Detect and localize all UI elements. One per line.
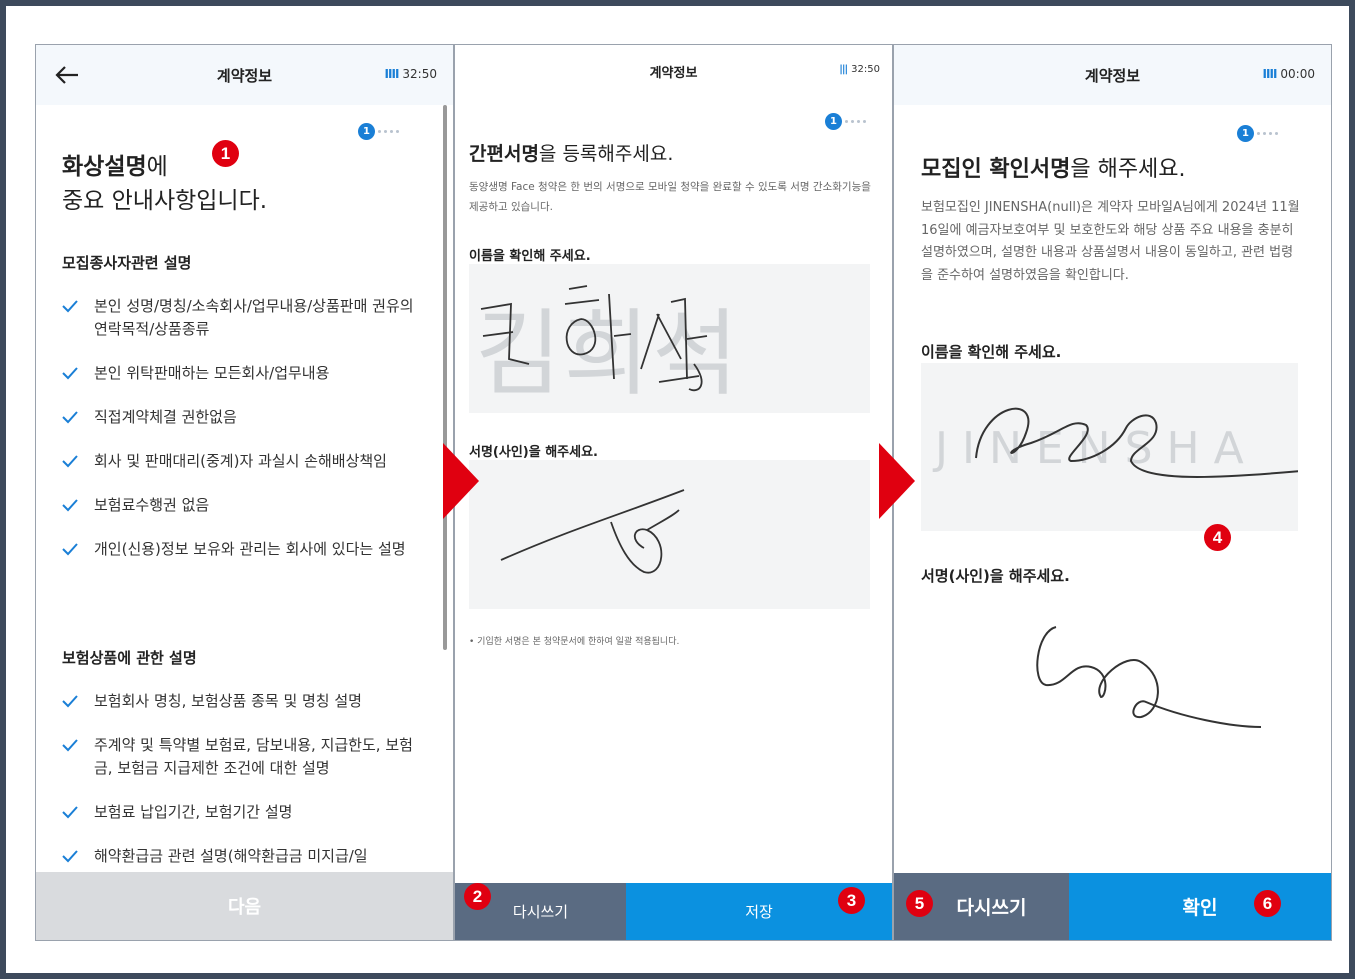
next-button[interactable]: 다음 [36, 872, 453, 940]
signal-bars-icon: IIII [384, 67, 400, 81]
signal-bars-icon: ||| [839, 64, 848, 75]
check-icon [62, 499, 78, 512]
step-indicator: 1 [1237, 125, 1278, 142]
step-indicator: 1 [358, 123, 399, 140]
check-icon [62, 300, 78, 313]
description: 보험모집인 JINENSHA(null)은 계약자 모바일A님에게 2024년 … [921, 200, 1300, 283]
sign-label: 서명(사인)을 해주세요. [469, 445, 598, 460]
handwritten-name-drawing [480, 285, 708, 392]
handwritten-signature-drawing [1036, 626, 1262, 728]
top-bar: 계약정보 ||| 32:50 [455, 45, 892, 97]
notice-text: • 기입한 서명은 본 청약문서에 한하여 일괄 적용됩니다. [469, 637, 680, 647]
scrollbar[interactable] [443, 105, 447, 650]
step-indicator: 1 [825, 113, 866, 130]
annotation-badge-2: 2 [464, 883, 491, 910]
list-item: 보험료수행권 없음 [62, 494, 422, 517]
session-timer: IIII 32:50 [385, 67, 437, 81]
name-label: 이름을 확인해 주세요. [469, 249, 591, 264]
panel-simple-signature: 계약정보 ||| 32:50 1 간편서명을 등록해주세요. 동양생명 Face… [454, 44, 893, 941]
back-arrow-icon[interactable] [54, 63, 80, 87]
annotation-badge-4: 4 [1204, 524, 1231, 551]
top-bar: 계약정보 IIII 32:50 [36, 45, 453, 105]
handwritten-signature-drawing [500, 489, 685, 574]
main-heading: 모집인 확인서명을 해주세요. [921, 157, 1186, 182]
sign-label: 서명(사인)을 해주세요. [921, 567, 1070, 585]
list-item: 개인(신용)정보 보유와 관리는 회사에 있다는 설명 [62, 538, 422, 561]
flow-arrow-icon [879, 443, 915, 519]
check-icon [62, 850, 78, 863]
page-title: 계약정보 [216, 66, 273, 85]
annotation-badge-1: 1 [212, 140, 239, 167]
timer-value: 00:00 [1280, 67, 1315, 81]
list-item: 해약환급금 관련 설명(해약환급금 미지급/일 [62, 845, 422, 868]
page-title: 계약정보 [649, 65, 698, 81]
list-item: 본인 위탁판매하는 모든회사/업무내용 [62, 362, 422, 385]
annotation-badge-6: 6 [1254, 890, 1281, 917]
check-icon [62, 367, 78, 380]
session-timer: ||| 32:50 [839, 64, 880, 75]
action-bar: 다시쓰기 저장 [455, 883, 892, 940]
timer-value: 32:50 [851, 64, 880, 75]
flow-arrow-icon [443, 443, 479, 519]
check-icon [62, 739, 78, 752]
handwritten-name-drawing [975, 407, 1298, 478]
current-step: 1 [358, 123, 375, 140]
timer-value: 32:50 [402, 67, 437, 81]
section-title-agent: 모집종사자관련 설명 [62, 254, 192, 272]
list-item: 회사 및 판매대리(중계)자 과실시 손해배상책임 [62, 450, 422, 473]
section-title-product: 보험상품에 관한 설명 [62, 649, 197, 667]
main-heading: 간편서명을 등록해주세요. [469, 143, 674, 165]
check-icon [62, 411, 78, 424]
top-bar: 계약정보 IIII 00:00 [894, 45, 1331, 105]
heading-line2: 중요 안내사항입니다. [62, 188, 268, 214]
annotation-badge-3: 3 [838, 887, 865, 914]
session-timer: IIII 00:00 [1263, 67, 1315, 81]
check-icon [62, 543, 78, 556]
list-item: 보험료 납입기간, 보험기간 설명 [62, 801, 422, 824]
name-signature-pad[interactable]: JINENSHA [921, 363, 1298, 531]
check-icon [62, 455, 78, 468]
checklist-agent: 본인 성명/명칭/소속회사/업무내용/상품판매 권유의 연락목적/상품종류 본인… [62, 295, 422, 582]
list-item: 보험회사 명칭, 보험상품 종목 및 명칭 설명 [62, 690, 422, 713]
name-label: 이름을 확인해 주세요. [921, 343, 1062, 361]
annotation-badge-5: 5 [906, 890, 933, 917]
current-step: 1 [825, 113, 842, 130]
heading-rest: 에 [146, 154, 168, 180]
heading-bold: 화상설명 [62, 154, 147, 180]
current-step: 1 [1237, 125, 1254, 142]
list-item: 본인 성명/명칭/소속회사/업무내용/상품판매 권유의 연락목적/상품종류 [62, 295, 422, 341]
list-item: 직접계약체결 권한없음 [62, 406, 422, 429]
confirm-button[interactable]: 확인 [1069, 873, 1331, 940]
panel-agent-signature: 계약정보 IIII 00:00 1 모집인 확인서명을 해주세요. 보험모집인 … [893, 44, 1332, 941]
page-title: 계약정보 [1084, 66, 1141, 85]
description: 동양생명 Face 청약은 한 번의 서명으로 모바일 청약을 완료할 수 있도… [469, 181, 871, 213]
signature-pad[interactable] [469, 460, 870, 609]
signature-pad[interactable] [921, 587, 1298, 767]
check-icon [62, 806, 78, 819]
checklist-product: 보험회사 명칭, 보험상품 종목 및 명칭 설명 주계약 및 특약별 보험료, … [62, 690, 422, 889]
panel-video-explanation: 계약정보 IIII 32:50 1 화상설명에 중요 안내사항입니다. 모집종사… [35, 44, 454, 941]
list-item: 주계약 및 특약별 보험료, 담보내용, 지급한도, 보험금, 보험금 지급제한… [62, 734, 422, 780]
check-icon [62, 695, 78, 708]
signal-bars-icon: IIII [1262, 67, 1278, 81]
name-signature-pad[interactable]: 김희석 [469, 264, 870, 413]
